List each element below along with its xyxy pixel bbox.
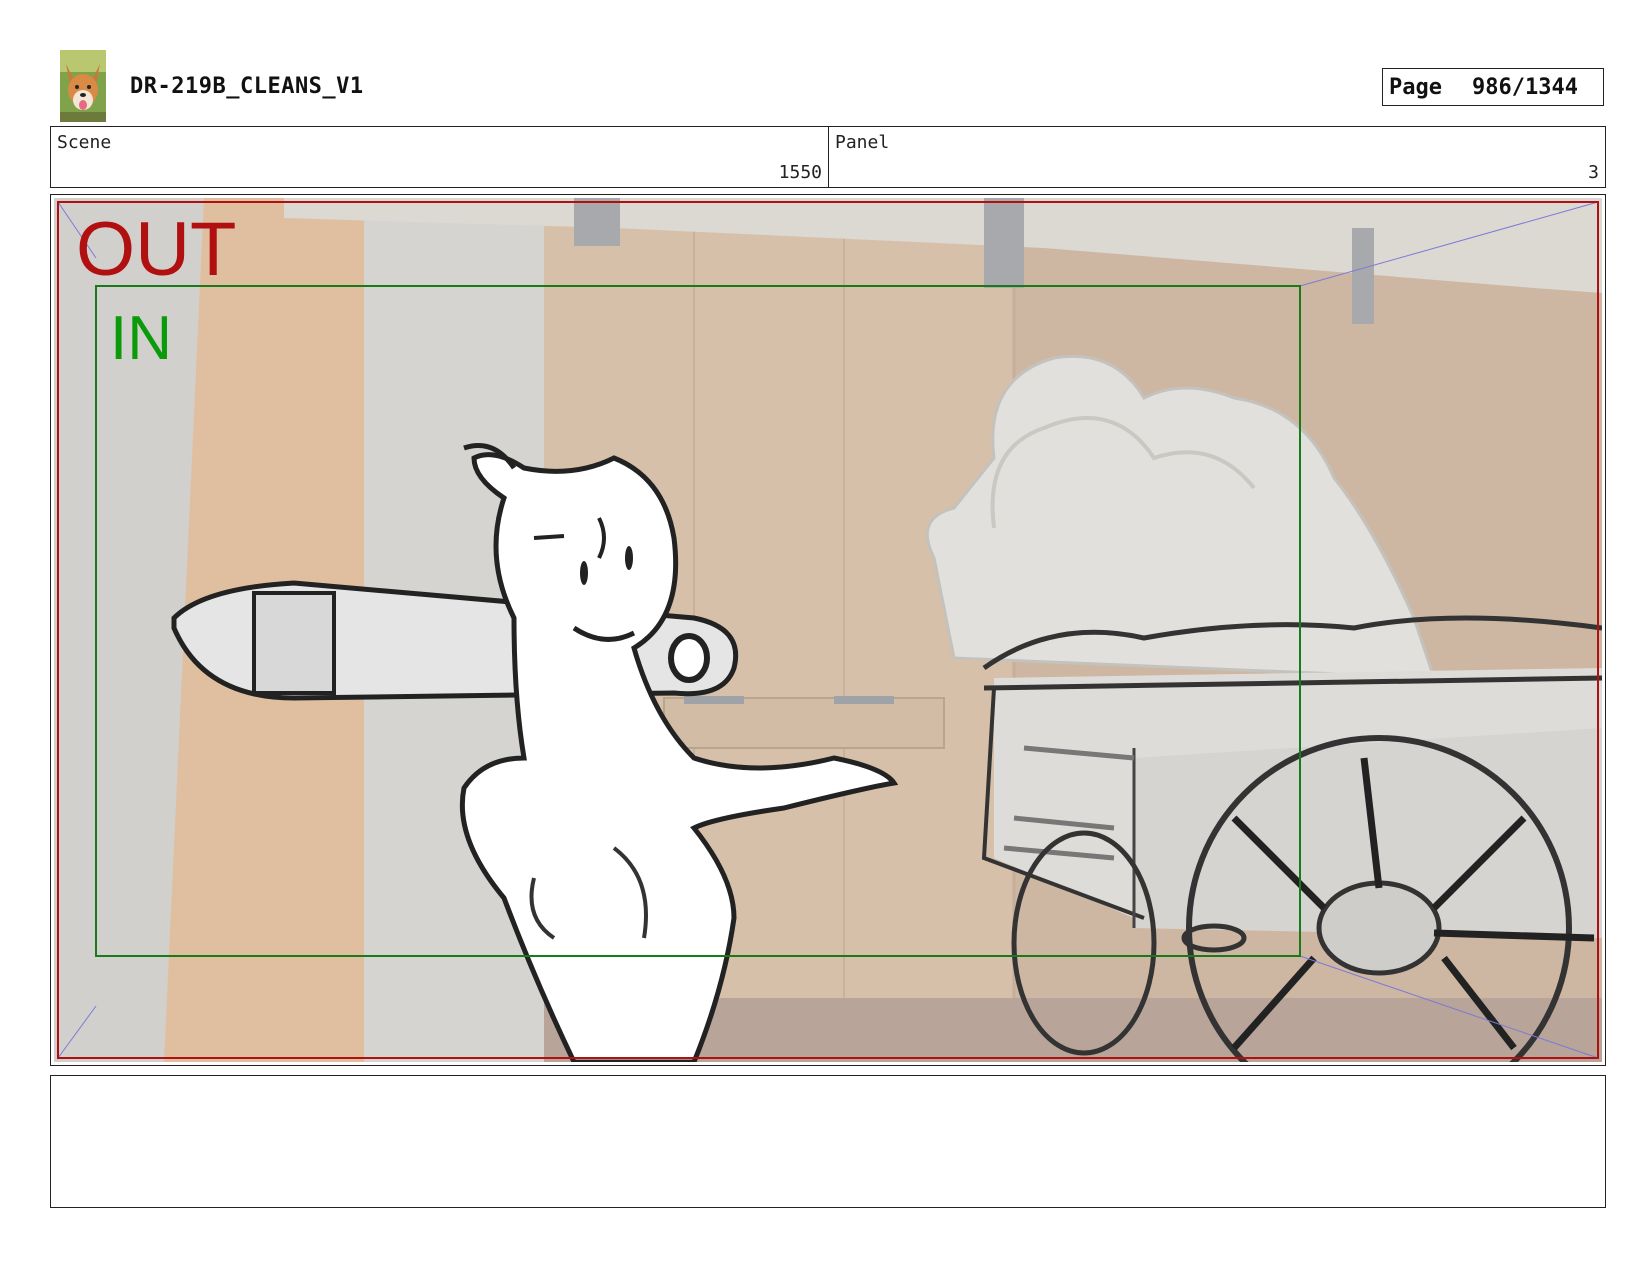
scene-panel-row: Scene 1550 Panel 3 — [50, 126, 1606, 188]
page-counter: Page 986/1344 — [1382, 68, 1604, 106]
page-label: Page — [1389, 74, 1442, 100]
panel-label: Panel — [835, 132, 890, 153]
panel-value: 3 — [1588, 162, 1599, 183]
notes-box[interactable] — [50, 1075, 1606, 1208]
scene-cell: Scene 1550 — [51, 127, 829, 187]
scene-value: 1550 — [778, 162, 822, 183]
in-frame-label: IN — [110, 304, 172, 373]
document-title: DR-219B_CLEANS_V1 — [130, 74, 364, 99]
dog-logo-icon — [60, 50, 106, 122]
out-frame-label: OUT — [76, 207, 237, 292]
storyboard-panel-image: OUT IN — [54, 198, 1602, 1062]
panel-cell: Panel 3 — [829, 127, 1605, 187]
scene-label: Scene — [57, 132, 112, 153]
notes-text — [51, 1076, 1605, 1092]
page-value: 986/1344 — [1471, 74, 1578, 100]
